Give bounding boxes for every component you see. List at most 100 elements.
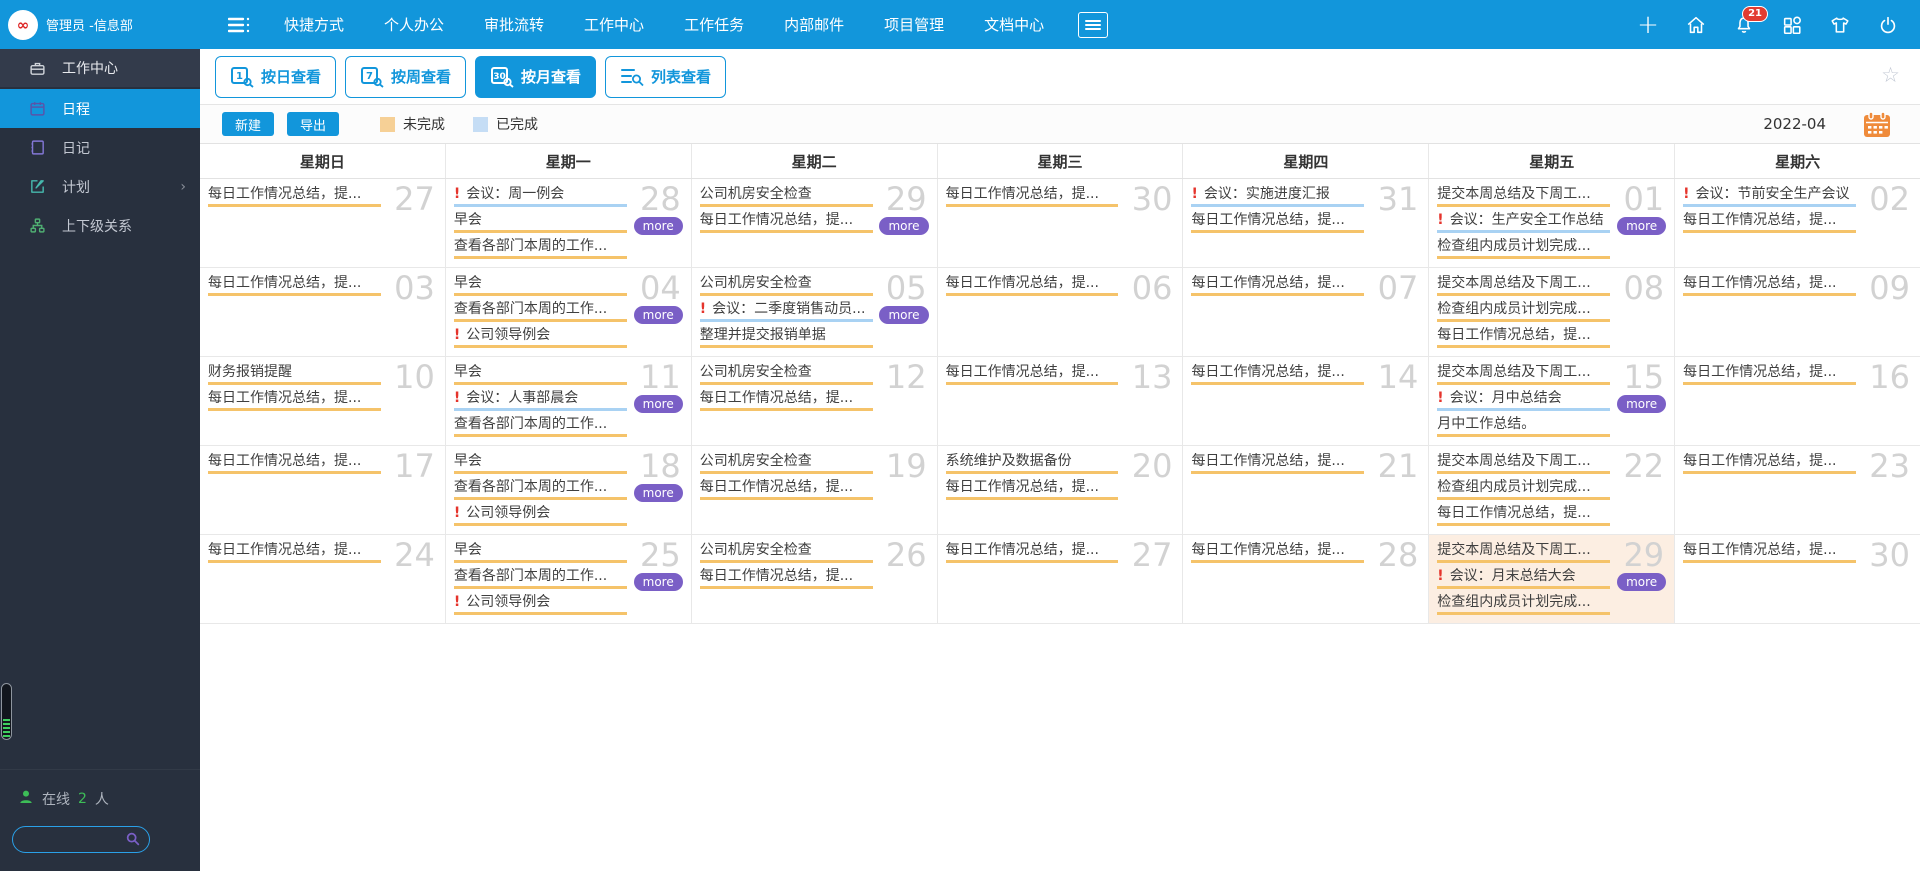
day-cell[interactable]: 公司机房安全检查 每日工作情况总结，提... 12 xyxy=(692,357,938,445)
event-item[interactable]: 提交本周总结及下周工... xyxy=(1437,186,1611,207)
day-cell[interactable]: 公司机房安全检查 每日工作情况总结，提... 19 xyxy=(692,446,938,534)
sidebar-item-work-center[interactable]: 工作中心 xyxy=(0,49,200,87)
event-item[interactable]: ! 公司领导例会 xyxy=(453,505,627,526)
day-cell[interactable]: 每日工作情况总结，提... 21 xyxy=(1183,446,1430,534)
event-item[interactable]: 财务报销提醒 xyxy=(208,364,381,385)
day-cell[interactable]: 每日工作情况总结，提... 28 xyxy=(1183,535,1430,623)
event-item[interactable]: 每日工作情况总结，提... xyxy=(1683,275,1857,296)
sidebar-item-schedule[interactable]: 日程 xyxy=(0,89,200,128)
day-cell[interactable]: 提交本周总结及下周工... 检查组内成员计划完成... 每日工作情况总结，提..… xyxy=(1429,446,1676,534)
event-item[interactable]: 整理并提交报销单据 xyxy=(699,327,873,348)
event-item[interactable]: 查看各部门本周的工作... xyxy=(453,238,627,259)
day-cell[interactable]: 早会 ! 会议：人事部晨会 查看各部门本周的工作... 11 more xyxy=(446,357,692,445)
sidebar-item-diary[interactable]: 日记 xyxy=(0,128,200,167)
day-cell[interactable]: 提交本周总结及下周工... ! 会议：生产安全工作总结 检查组内成员计划完成...… xyxy=(1429,179,1676,267)
event-item[interactable]: 公司机房安全检查 xyxy=(699,453,873,474)
day-cell[interactable]: ! 会议：周一例会 早会 查看各部门本周的工作... 28 more xyxy=(446,179,692,267)
event-item[interactable]: ! 会议：人事部晨会 xyxy=(453,390,627,411)
event-item[interactable]: 公司机房安全检查 xyxy=(699,275,873,296)
event-item[interactable]: ! 会议：实施进度汇报 xyxy=(1191,186,1365,207)
event-item[interactable]: 系统维护及数据备份 xyxy=(945,453,1119,474)
event-item[interactable]: 公司机房安全检查 xyxy=(699,542,873,563)
event-item[interactable]: 每日工作情况总结，提... xyxy=(1683,542,1857,563)
day-cell[interactable]: 公司机房安全检查 每日工作情况总结，提... 29 more xyxy=(692,179,938,267)
day-cell[interactable]: 财务报销提醒 每日工作情况总结，提... 10 xyxy=(200,357,446,445)
event-item[interactable]: 检查组内成员计划完成... xyxy=(1437,301,1611,322)
day-cell[interactable]: 系统维护及数据备份 每日工作情况总结，提... 20 xyxy=(938,446,1184,534)
event-item[interactable]: 每日工作情况总结，提... xyxy=(1683,364,1857,385)
apps-grid-icon[interactable] xyxy=(1780,13,1804,37)
add-icon[interactable]: + xyxy=(1636,12,1660,38)
event-item[interactable]: 每日工作情况总结，提... xyxy=(945,479,1119,500)
event-item[interactable]: 每日工作情况总结，提... xyxy=(1437,327,1611,348)
more-badge[interactable]: more xyxy=(633,306,683,324)
event-item[interactable]: 每日工作情况总结，提... xyxy=(945,186,1119,207)
day-cell[interactable]: 每日工作情况总结，提... 09 xyxy=(1675,268,1920,356)
event-item[interactable]: ! 公司领导例会 xyxy=(453,327,627,348)
event-item[interactable]: 提交本周总结及下周工... xyxy=(1437,275,1611,296)
day-cell[interactable]: 每日工作情况总结，提... 24 xyxy=(200,535,446,623)
day-cell[interactable]: 提交本周总结及下周工... ! 会议：月末总结大会 检查组内成员计划完成... 2… xyxy=(1429,535,1676,623)
export-button[interactable]: 导出 xyxy=(287,112,340,136)
more-badge[interactable]: more xyxy=(633,395,683,413)
event-item[interactable]: 每日工作情况总结，提... xyxy=(1191,212,1365,233)
day-cell[interactable]: 早会 查看各部门本周的工作... ! 公司领导例会 18 more xyxy=(446,446,692,534)
topnav-item[interactable]: 内部邮件 xyxy=(784,14,844,35)
day-cell[interactable]: 每日工作情况总结，提... 30 xyxy=(1675,535,1920,623)
view-by-day-button[interactable]: 1 按日查看 xyxy=(215,55,337,98)
view-by-month-button[interactable]: 30 按月查看 xyxy=(475,55,597,98)
topnav-item[interactable]: 个人办公 xyxy=(384,14,444,35)
more-badge[interactable]: more xyxy=(1617,217,1667,235)
theme-skin-icon[interactable] xyxy=(1828,13,1852,37)
event-item[interactable]: 每日工作情况总结，提... xyxy=(699,568,873,589)
event-item[interactable]: 每日工作情况总结，提... xyxy=(1191,275,1365,296)
view-by-week-button[interactable]: 7 按周查看 xyxy=(345,55,467,98)
event-item[interactable]: 每日工作情况总结，提... xyxy=(208,453,381,474)
more-badge[interactable]: more xyxy=(1617,573,1667,591)
event-item[interactable]: 早会 xyxy=(453,275,627,296)
topnav-item[interactable]: 文档中心 xyxy=(984,14,1044,35)
event-item[interactable]: 每日工作情况总结，提... xyxy=(699,212,873,233)
event-item[interactable]: 每日工作情况总结，提... xyxy=(1191,364,1365,385)
event-item[interactable]: 每日工作情况总结，提... xyxy=(699,390,873,411)
event-item[interactable]: 早会 xyxy=(453,212,627,233)
more-badge[interactable]: more xyxy=(879,217,929,235)
day-cell[interactable]: 每日工作情况总结，提... 23 xyxy=(1675,446,1920,534)
event-item[interactable]: 每日工作情况总结，提... xyxy=(208,542,381,563)
day-cell[interactable]: 早会 查看各部门本周的工作... ! 公司领导例会 04 more xyxy=(446,268,692,356)
event-item[interactable]: 每日工作情况总结，提... xyxy=(1191,542,1365,563)
event-item[interactable]: 每日工作情况总结，提... xyxy=(208,390,381,411)
day-cell[interactable]: 每日工作情况总结，提... 17 xyxy=(200,446,446,534)
event-item[interactable]: 每日工作情况总结，提... xyxy=(1683,212,1857,233)
event-item[interactable]: 早会 xyxy=(453,453,627,474)
topnav-item[interactable]: 项目管理 xyxy=(884,14,944,35)
event-item[interactable]: ! 会议：月末总结大会 xyxy=(1437,568,1611,589)
event-item[interactable]: 月中工作总结。 xyxy=(1437,416,1611,437)
logout-power-icon[interactable] xyxy=(1876,13,1900,37)
day-cell[interactable]: ! 会议：实施进度汇报 每日工作情况总结，提... 31 xyxy=(1183,179,1430,267)
event-item[interactable]: 每日工作情况总结，提... xyxy=(1437,505,1611,526)
event-item[interactable]: 提交本周总结及下周工... xyxy=(1437,542,1611,563)
event-item[interactable]: ! 会议：节前安全生产会议 xyxy=(1683,186,1857,207)
day-cell[interactable]: 每日工作情况总结，提... 27 xyxy=(938,535,1184,623)
event-item[interactable]: 每日工作情况总结，提... xyxy=(208,275,381,296)
more-menu-button[interactable] xyxy=(1078,11,1109,38)
event-item[interactable]: ! 会议：二季度销售动员... xyxy=(699,301,873,322)
more-badge[interactable]: more xyxy=(633,484,683,502)
event-item[interactable]: 早会 xyxy=(453,542,627,563)
more-badge[interactable]: more xyxy=(1617,395,1667,413)
event-item[interactable]: 每日工作情况总结，提... xyxy=(208,186,381,207)
view-as-list-button[interactable]: 列表查看 xyxy=(605,55,727,98)
event-item[interactable]: 公司机房安全检查 xyxy=(699,364,873,385)
event-item[interactable]: 查看各部门本周的工作... xyxy=(453,479,627,500)
day-cell[interactable]: 每日工作情况总结，提... 07 xyxy=(1183,268,1430,356)
sidebar-item-plan[interactable]: 计划 › xyxy=(0,167,200,206)
more-badge[interactable]: more xyxy=(633,217,683,235)
day-cell[interactable]: 公司机房安全检查 ! 会议：二季度销售动员... 整理并提交报销单据 05 mor… xyxy=(692,268,938,356)
event-item[interactable]: 每日工作情况总结，提... xyxy=(1191,453,1365,474)
day-cell[interactable]: ! 会议：节前安全生产会议 每日工作情况总结，提... 02 xyxy=(1675,179,1920,267)
event-item[interactable]: 每日工作情况总结，提... xyxy=(1683,453,1857,474)
topnav-item[interactable]: 工作中心 xyxy=(584,14,644,35)
event-item[interactable]: 查看各部门本周的工作... xyxy=(453,301,627,322)
day-cell[interactable]: 每日工作情况总结，提... 27 xyxy=(200,179,446,267)
